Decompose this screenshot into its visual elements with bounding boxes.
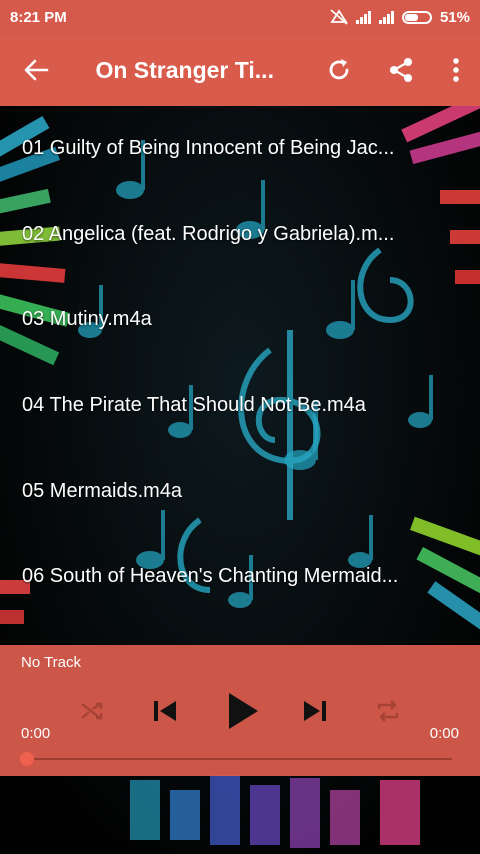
- repeat-icon: [377, 700, 399, 722]
- track-list: 01 Guilty of Being Innocent of Being Jac…: [0, 106, 480, 620]
- toolbar: On Stranger Ti...: [0, 34, 480, 106]
- battery-icon: [401, 10, 432, 24]
- share-button[interactable]: [370, 34, 432, 106]
- skip-previous-icon: [154, 701, 176, 721]
- page-title: On Stranger Ti...: [95, 56, 274, 83]
- shuffle-button[interactable]: [72, 685, 112, 737]
- track-item[interactable]: 06 South of Heaven's Chanting Mermaid...: [0, 534, 480, 620]
- status-time: 8:21 PM: [10, 8, 67, 26]
- repeat-button[interactable]: [368, 685, 408, 737]
- battery-percent: 51%: [439, 8, 470, 26]
- refresh-icon: [329, 59, 349, 80]
- toolbar-actions: [308, 34, 480, 106]
- now-playing-label: No Track: [21, 654, 82, 671]
- player-controls: [0, 685, 480, 737]
- track-item[interactable]: 01 Guilty of Being Innocent of Being Jac…: [0, 106, 480, 192]
- seek-thumb[interactable]: [20, 752, 34, 766]
- shuffle-icon: [81, 702, 103, 720]
- status-icons: 51%: [330, 9, 470, 26]
- more-options-button[interactable]: [432, 34, 480, 106]
- signal-2-icon: [378, 10, 394, 24]
- track-item[interactable]: 05 Mermaids.m4a: [0, 448, 480, 534]
- track-item[interactable]: 03 Mutiny.m4a: [0, 277, 480, 363]
- status-bar: 8:21 PM 51%: [0, 0, 480, 34]
- skip-next-icon: [304, 701, 326, 721]
- share-icon: [390, 58, 412, 82]
- seek-bar[interactable]: [22, 758, 452, 760]
- previous-button[interactable]: [145, 685, 185, 737]
- signal-1-icon: [355, 10, 371, 24]
- more-vert-icon: [453, 58, 459, 82]
- back-button[interactable]: [0, 34, 71, 106]
- back-arrow-icon: [24, 59, 49, 81]
- total-time: 0:00: [429, 725, 459, 742]
- data-off-icon: [330, 9, 348, 25]
- play-icon: [229, 693, 258, 729]
- next-button[interactable]: [295, 685, 335, 737]
- track-item[interactable]: 02 Angelica (feat. Rodrigo y Gabriela).m…: [0, 192, 480, 278]
- play-button[interactable]: [218, 685, 268, 737]
- track-item[interactable]: 04 The Pirate That Should Not Be.m4a: [0, 363, 480, 449]
- elapsed-time: 0:00: [21, 725, 51, 742]
- refresh-button[interactable]: [308, 34, 370, 106]
- player-panel: No Track 0:00 0:00: [0, 645, 480, 776]
